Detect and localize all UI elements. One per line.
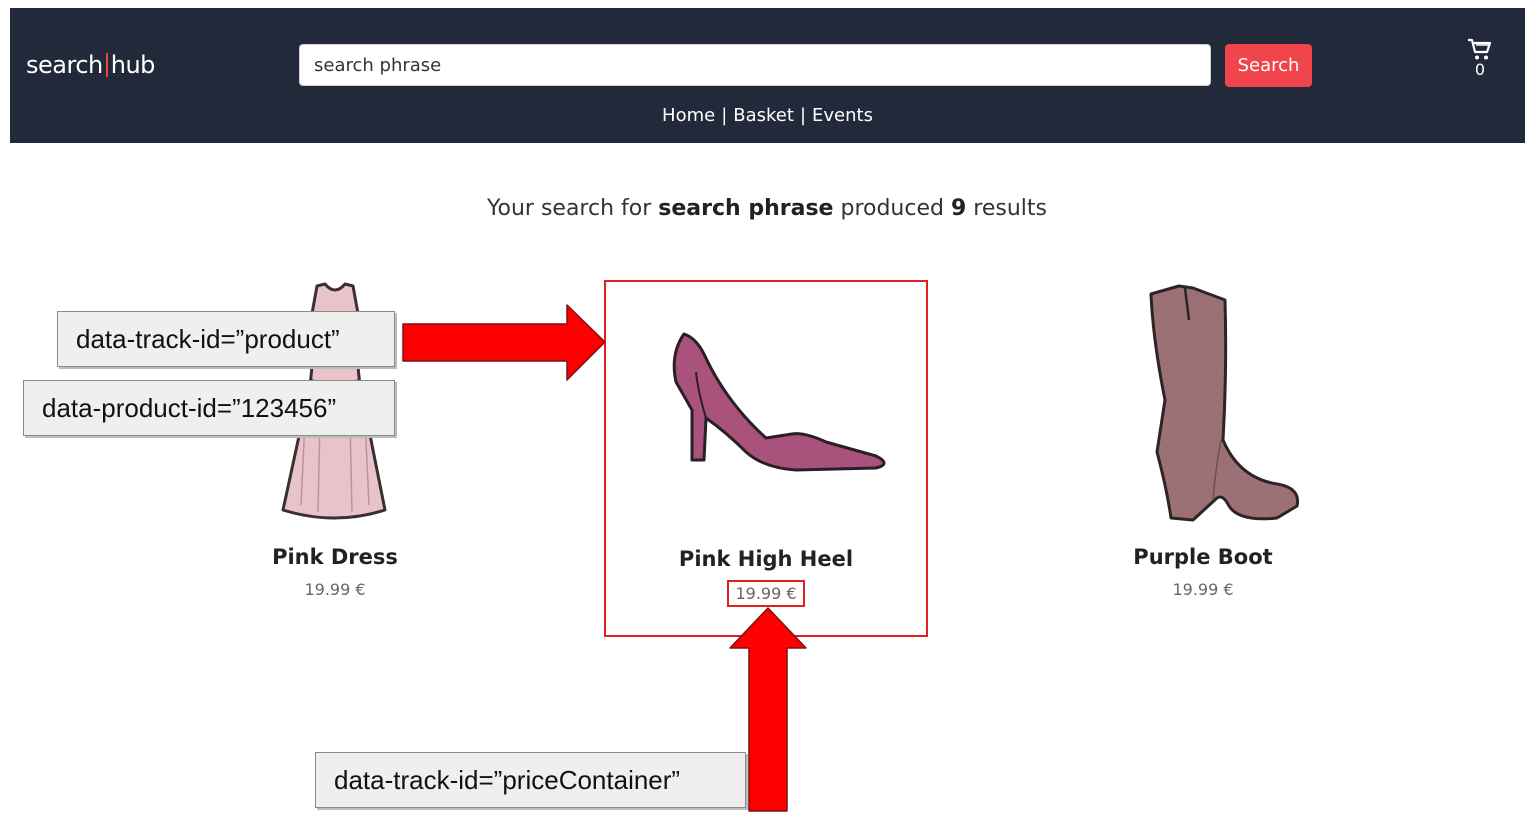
boot-image xyxy=(1149,284,1300,522)
logo-left: search xyxy=(26,51,103,79)
product-card-highlighted[interactable]: Pink High Heel 19.99 € xyxy=(604,280,928,637)
search-summary: Your search for search phrase produced 9… xyxy=(0,196,1534,221)
nav-events[interactable]: Events xyxy=(812,105,873,126)
high-heel-image xyxy=(672,332,886,472)
logo[interactable]: search hub xyxy=(26,51,155,79)
cart-icon xyxy=(1468,38,1492,60)
up-arrow-icon xyxy=(729,607,807,812)
right-arrow-icon xyxy=(402,304,606,381)
product-price: 19.99 € xyxy=(1172,580,1234,599)
product-price: 19.99 € xyxy=(304,580,366,599)
search-input[interactable] xyxy=(299,44,1211,86)
logo-right: hub xyxy=(110,51,156,79)
summary-count: 9 xyxy=(950,196,967,221)
summary-prefix: Your search for xyxy=(487,196,652,221)
annotation-product-id: data-product-id=”123456” xyxy=(23,380,395,436)
cart-count: 0 xyxy=(1474,60,1486,79)
product-name[interactable]: Purple Boot xyxy=(1043,545,1363,569)
annotation-track-id-price: data-track-id=”priceContainer” xyxy=(315,752,746,808)
product-name[interactable]: Pink Dress xyxy=(175,545,495,569)
nav-separator: | xyxy=(799,105,807,126)
summary-phrase: search phrase xyxy=(658,196,834,221)
annotation-track-id-product: data-track-id=”product” xyxy=(57,311,395,367)
price-container: 19.99 € xyxy=(727,580,805,607)
product-card[interactable]: Purple Boot 19.99 € xyxy=(1043,280,1363,635)
nav-basket[interactable]: Basket xyxy=(733,105,794,126)
summary-suffix: results xyxy=(973,196,1047,221)
nav-separator: | xyxy=(721,105,728,126)
product-name[interactable]: Pink High Heel xyxy=(606,547,926,571)
top-header: searchhub Search 0 Home|Basket|Events xyxy=(10,8,1525,143)
cart-button[interactable]: 0 xyxy=(1460,38,1500,79)
main-nav: Home | Basket | Events xyxy=(10,105,1525,126)
summary-middle: produced xyxy=(840,196,944,221)
search-button[interactable]: Search xyxy=(1225,44,1312,87)
nav-home[interactable]: Home xyxy=(662,105,715,126)
logo-separator xyxy=(105,53,108,77)
